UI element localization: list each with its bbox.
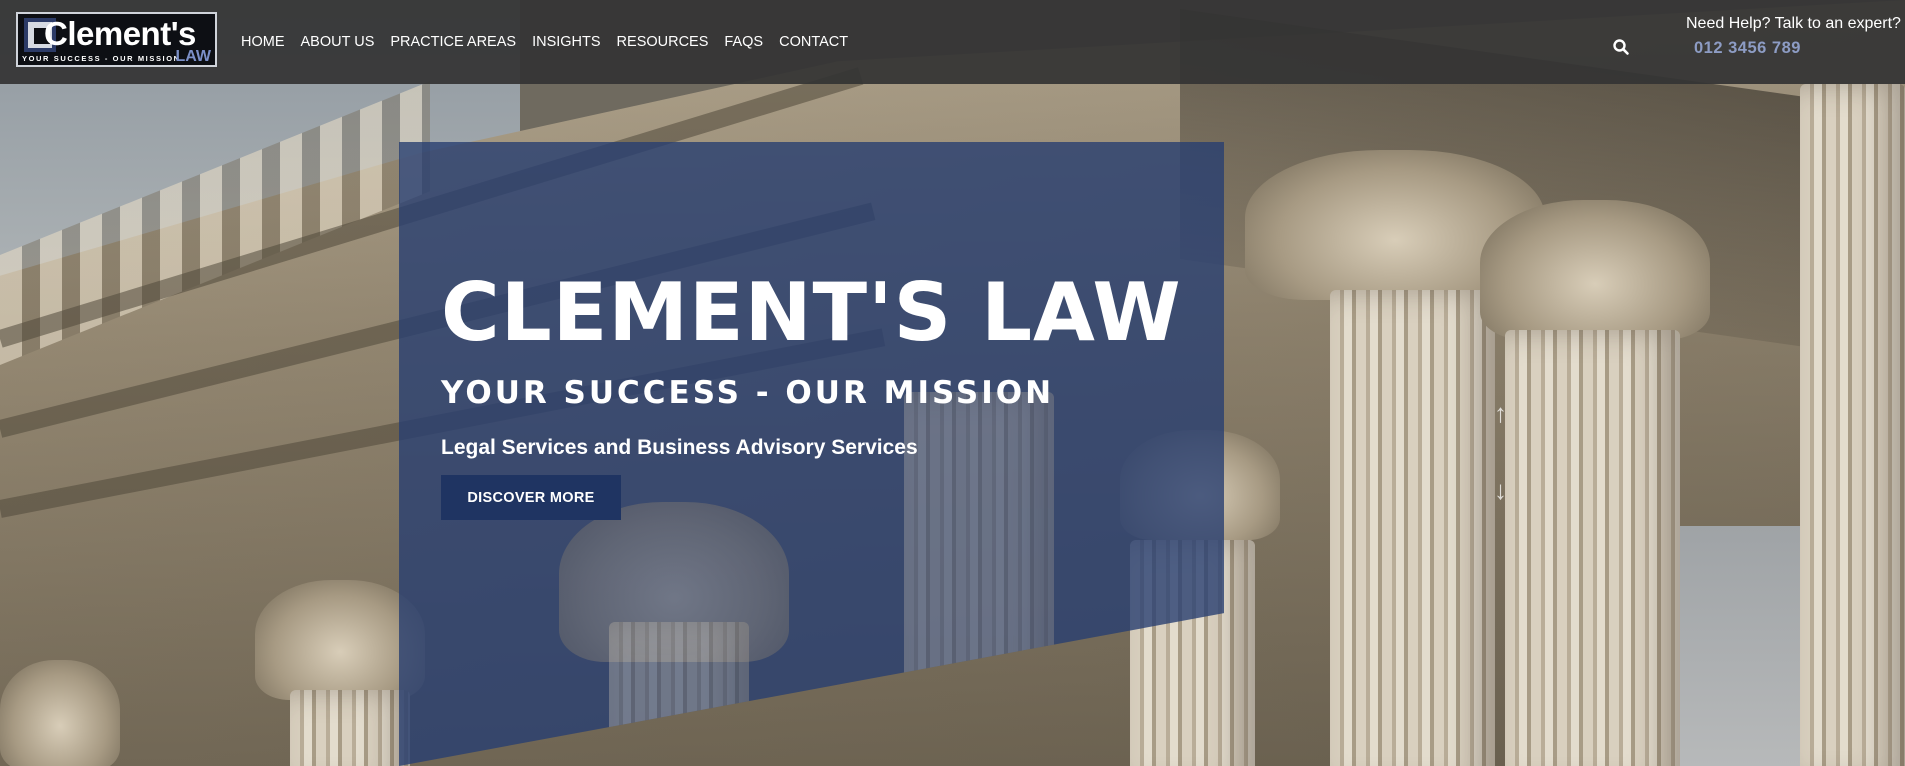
help-text: Need Help? Talk to an expert? <box>1686 15 1901 32</box>
search-icon[interactable] <box>1612 38 1630 56</box>
column <box>290 690 410 766</box>
hero-tagline: Legal Services and Business Advisory Ser… <box>441 436 918 459</box>
nav-item-practice-areas[interactable]: PRACTICE AREAS <box>390 32 516 52</box>
site-logo[interactable]: Clement's YOUR SUCCESS - OUR MISSION LAW <box>16 12 217 67</box>
hero-title: CLEMENT'S LAW <box>441 266 1182 359</box>
nav-item-contact[interactable]: CONTACT <box>779 32 848 52</box>
nav-item-home[interactable]: HOME <box>241 32 285 52</box>
nav-item-resources[interactable]: RESOURCES <box>617 32 709 52</box>
discover-more-button[interactable]: DISCOVER MORE <box>441 475 621 520</box>
arrow-down-icon[interactable]: ↓ <box>1494 477 1507 503</box>
logo-law: LAW <box>175 48 211 65</box>
column <box>1800 84 1905 766</box>
logo-tagline: YOUR SUCCESS - OUR MISSION <box>22 54 181 63</box>
phone-link[interactable]: 012 3456 789 <box>1694 39 1801 58</box>
arrow-up-icon[interactable]: ↑ <box>1494 400 1507 426</box>
hero-subtitle: YOUR SUCCESS - OUR MISSION <box>441 375 1055 411</box>
main-nav: HOME ABOUT US PRACTICE AREAS INSIGHTS RE… <box>241 32 848 52</box>
column <box>1505 330 1680 766</box>
nav-item-about-us[interactable]: ABOUT US <box>301 32 375 52</box>
column-capital <box>1480 200 1710 340</box>
page: CLEMENT'S LAW YOUR SUCCESS - OUR MISSION… <box>0 0 1905 766</box>
nav-item-insights[interactable]: INSIGHTS <box>532 32 600 52</box>
logo-name: Clement's <box>44 15 196 52</box>
site-header: Clement's YOUR SUCCESS - OUR MISSION LAW… <box>0 0 1905 84</box>
column <box>1330 290 1495 766</box>
column-capital <box>0 660 120 766</box>
nav-item-faqs[interactable]: FAQS <box>724 32 763 52</box>
